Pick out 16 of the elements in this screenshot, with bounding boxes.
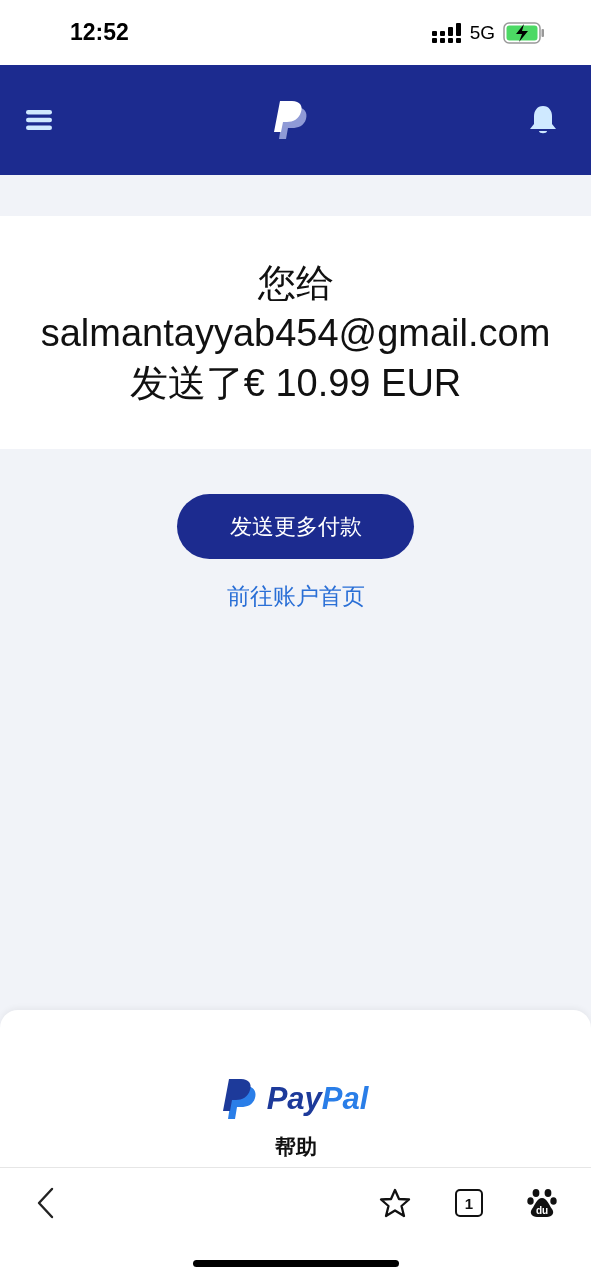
account-home-link[interactable]: 前往账户首页 — [226, 581, 365, 612]
star-icon[interactable] — [379, 1188, 411, 1218]
send-more-button[interactable]: 发送更多付款 — [177, 494, 414, 559]
confirmation-message: 您给 salmantayyab454@gmail.com 发送了€ 10.99 EUR — [39, 260, 552, 406]
network-label: 5G — [469, 21, 495, 44]
menu-icon[interactable] — [26, 110, 52, 130]
notification-bell-icon[interactable] — [530, 105, 556, 135]
help-link[interactable]: 帮助 — [274, 1133, 317, 1161]
signal-icon — [431, 22, 462, 43]
wordmark: PayPal — [266, 1081, 369, 1117]
tab-count-button[interactable]: 1 — [455, 1189, 483, 1217]
back-icon[interactable] — [36, 1187, 56, 1219]
logo-icon — [222, 1079, 257, 1119]
logo-icon — [274, 101, 308, 139]
battery-icon — [503, 21, 545, 44]
status-time: 12:52 — [70, 19, 129, 46]
